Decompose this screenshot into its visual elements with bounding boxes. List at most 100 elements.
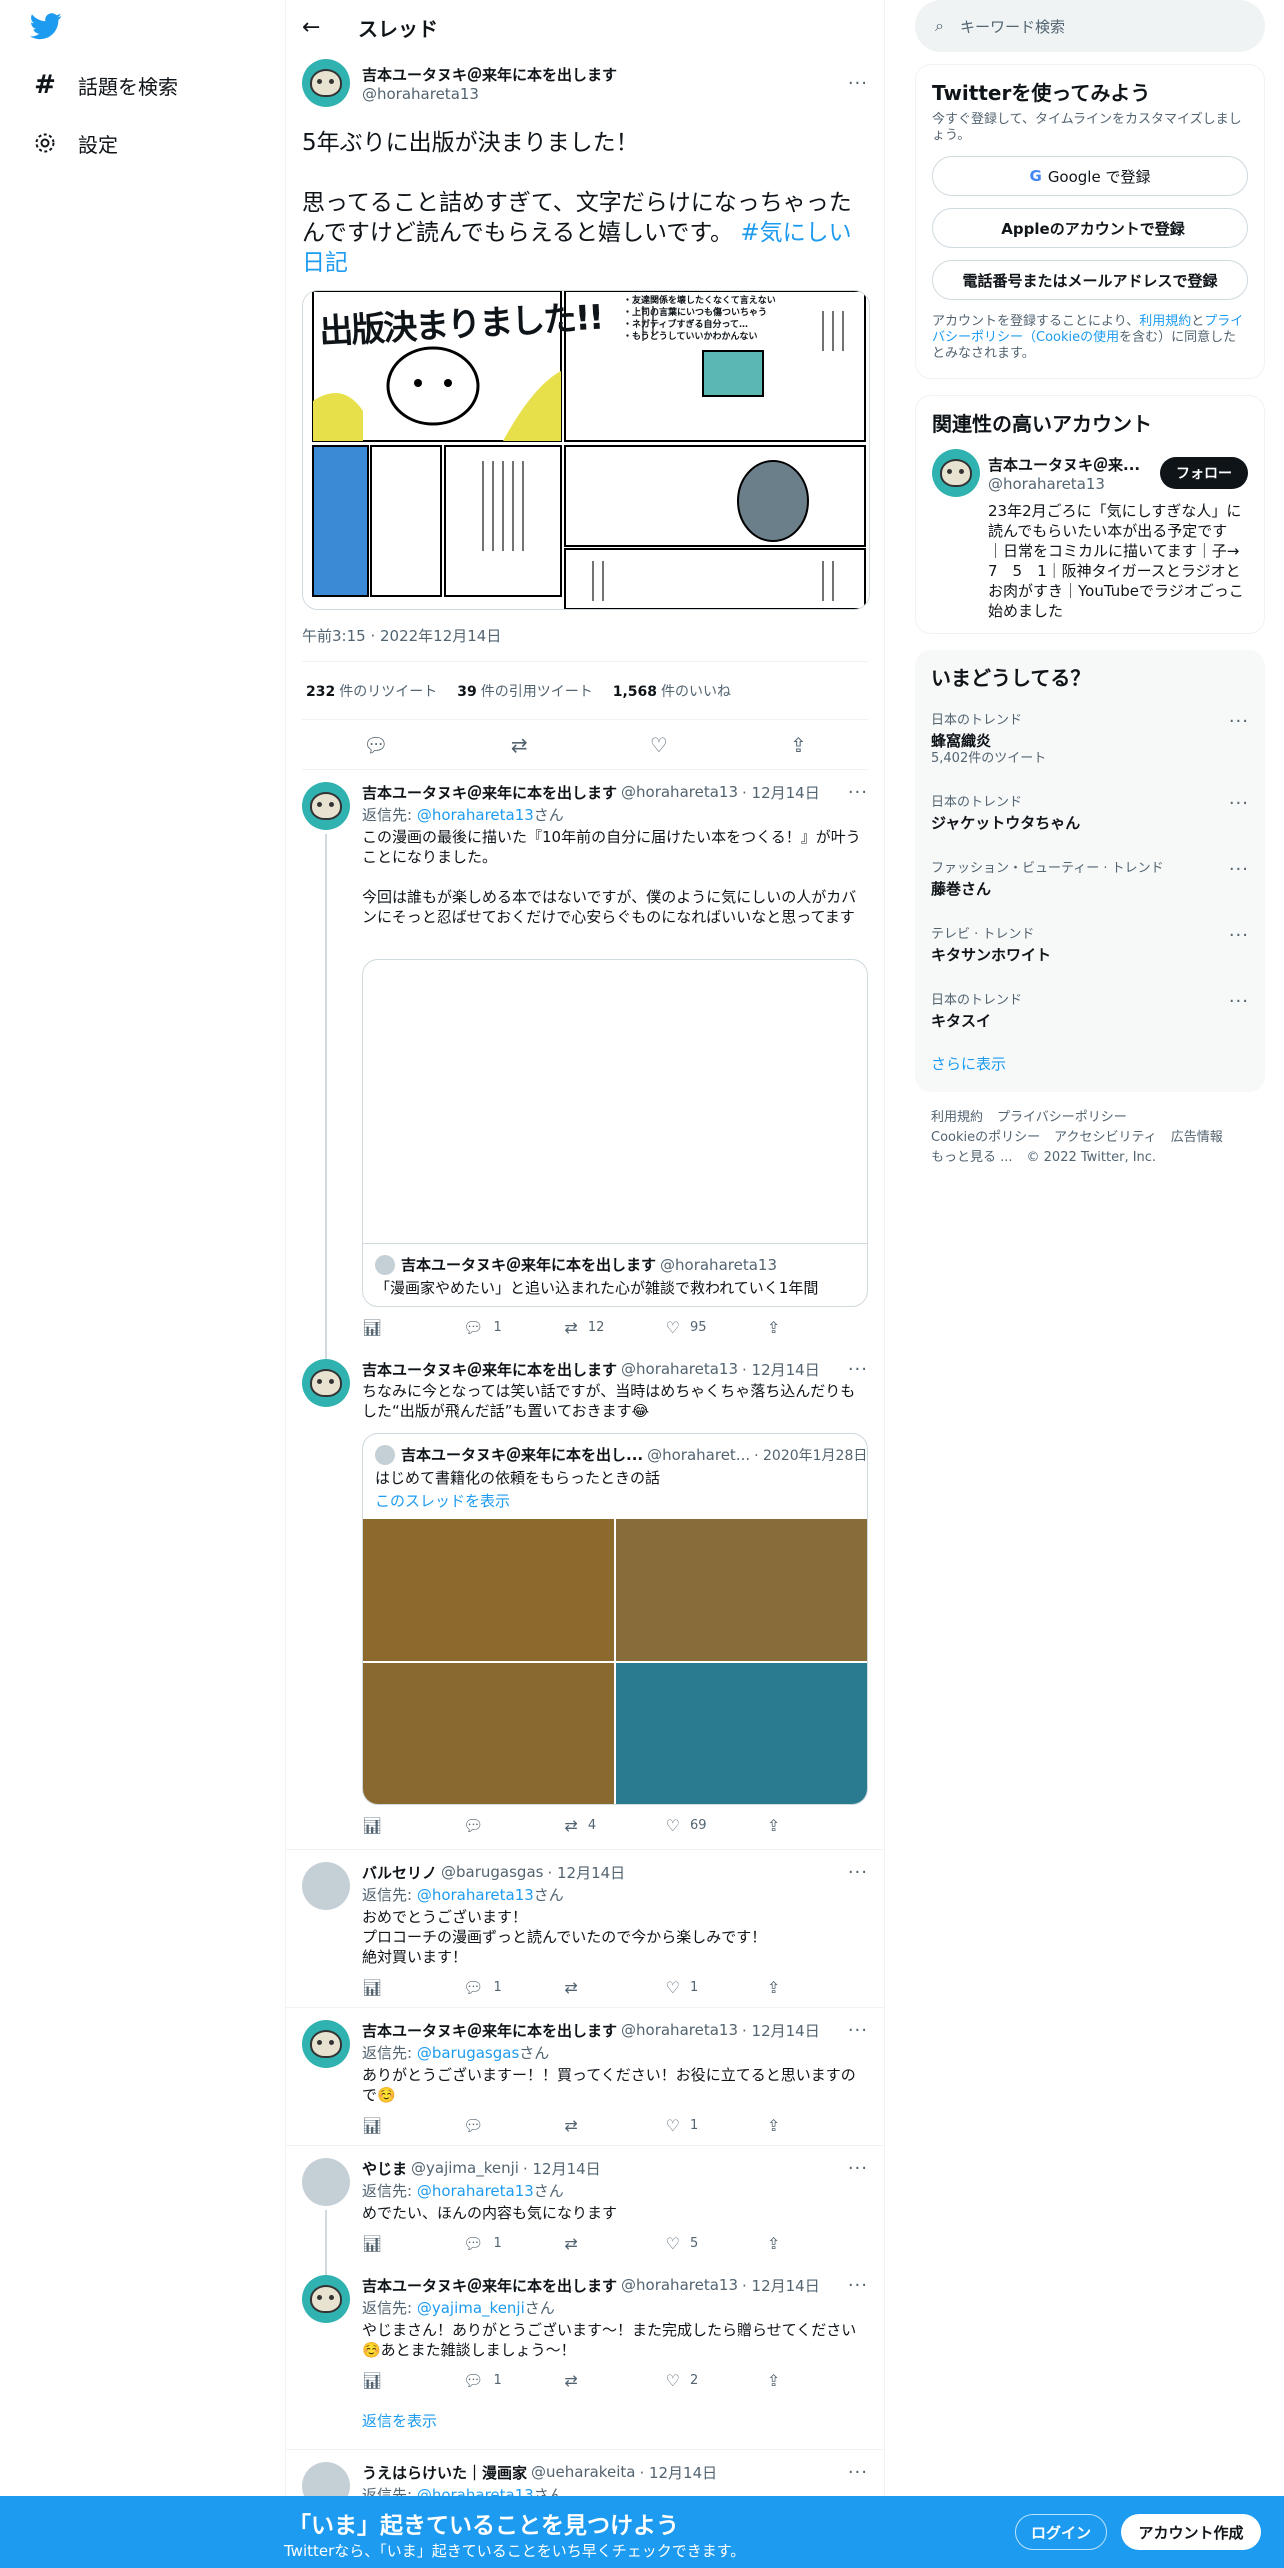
share-icon[interactable]: ⇪ xyxy=(767,2116,868,2135)
share-icon[interactable]: ⇪ xyxy=(790,733,807,757)
analytics-icon[interactable]: 📊︎ xyxy=(362,2234,463,2253)
reply-tweet[interactable]: バルセリノ @barugasgas · 12月14日 ··· 返信先: @horaha… xyxy=(286,1850,884,2008)
share-icon[interactable]: ⇪ xyxy=(767,1318,868,1337)
media-thumbnail[interactable] xyxy=(616,1662,867,1804)
author-name[interactable]: 吉本ユータヌキ＠来年に本を出します xyxy=(362,64,617,85)
arrow-left-icon[interactable]: ← xyxy=(302,15,332,40)
show-more-trends[interactable]: さらに表示 xyxy=(931,1043,1249,1080)
author-name[interactable]: バルセリノ xyxy=(362,1862,437,1882)
more-icon[interactable]: ··· xyxy=(848,73,868,94)
avatar[interactable] xyxy=(302,1862,350,1910)
quote-media[interactable] xyxy=(363,960,867,1244)
analytics-icon[interactable]: 📊︎ xyxy=(362,1816,463,1835)
author-handle[interactable]: @barugasgas xyxy=(441,1863,543,1881)
analytics-icon[interactable]: 📊︎ xyxy=(362,2371,463,2390)
tweet-date[interactable]: · 12月14日 xyxy=(742,2020,820,2040)
more-icon[interactable]: ··· xyxy=(1229,793,1249,814)
share-icon[interactable]: ⇪ xyxy=(767,2234,868,2253)
media-thumbnail[interactable] xyxy=(363,1519,614,1661)
more-icon[interactable]: ··· xyxy=(848,2275,868,2295)
quote-media-grid[interactable] xyxy=(363,1519,867,1804)
tweet-timestamp[interactable]: 午前3:15 · 2022年12月14日 xyxy=(302,610,868,662)
like-button[interactable]: ♡ 2 xyxy=(666,2371,767,2390)
avatar[interactable] xyxy=(302,2158,350,2206)
tweet-date[interactable]: · 12月14日 xyxy=(547,1862,625,1882)
search-input[interactable]: ⌕ キーワード検索 xyxy=(915,0,1265,52)
retweet-button[interactable]: ⇄ xyxy=(564,2234,665,2253)
trend-item[interactable]: ファッション・ビューティー · トレンド 藤巻さん ··· xyxy=(931,845,1249,911)
more-icon[interactable]: ··· xyxy=(848,2020,868,2040)
analytics-icon[interactable]: 📊︎ xyxy=(362,2116,463,2135)
more-icon[interactable]: ··· xyxy=(848,782,868,802)
analytics-icon[interactable]: 📊︎ xyxy=(362,1318,463,1337)
like-stat[interactable]: 1,568 件のいいね xyxy=(613,681,731,701)
trend-item[interactable]: 日本のトレンド キタスイ ··· xyxy=(931,977,1249,1043)
tweet-date[interactable]: · 12月14日 xyxy=(639,2462,717,2482)
author-name[interactable]: やじま xyxy=(362,2158,407,2178)
footer-terms[interactable]: 利用規約 xyxy=(931,1110,983,1125)
reply-button[interactable]: 💬︎ 1 xyxy=(463,2234,564,2253)
author-name[interactable]: 吉本ユータヌキ＠来年に本を出します xyxy=(362,782,617,802)
author-name[interactable]: 吉本ユータヌキ＠来年に本を出します xyxy=(362,1359,617,1379)
author-handle[interactable]: @horahareta13 xyxy=(621,783,738,801)
author-name[interactable]: うえはらけいた｜漫画家 xyxy=(362,2462,527,2482)
login-button[interactable]: ログイン xyxy=(1015,2514,1107,2550)
footer-accessibility[interactable]: アクセシビリティ xyxy=(1054,1130,1157,1145)
show-replies-link[interactable]: 返信を表示 xyxy=(286,2400,884,2450)
like-button[interactable]: ♡ 69 xyxy=(666,1816,767,1835)
author-handle[interactable]: @horahareta13 xyxy=(621,2276,738,2294)
reply-tweet[interactable]: 吉本ユータヌキ＠来年に本を出します @horahareta13 · 12月14日 ··… xyxy=(286,2008,884,2146)
like-icon[interactable]: ♡ xyxy=(650,733,668,757)
google-signup-button[interactable]: G Google で登録 xyxy=(932,156,1248,196)
tweet-date[interactable]: · 12月14日 xyxy=(742,782,820,802)
footer-ads[interactable]: 広告情報 xyxy=(1171,1130,1223,1145)
avatar[interactable] xyxy=(302,2275,350,2323)
like-button[interactable]: ♡ 5 xyxy=(666,2234,767,2253)
share-icon[interactable]: ⇪ xyxy=(767,1978,868,1997)
author-name[interactable]: 吉本ユータヌキ＠来年に本を出します xyxy=(362,2275,617,2295)
more-icon[interactable]: ··· xyxy=(848,1862,868,1882)
apple-signup-button[interactable]: Appleのアカウントで登録 xyxy=(932,208,1248,248)
tweet-image[interactable]: 出版決まりました!! ・友達関係を壊したくなくて言えない ・上司の言葉にいつも傷… xyxy=(302,290,870,610)
more-icon[interactable]: ··· xyxy=(1229,859,1249,880)
author-name[interactable]: 吉本ユータヌキ＠来年に本を出します xyxy=(362,2020,617,2040)
retweet-button[interactable]: ⇄ xyxy=(564,2371,665,2390)
nav-explore[interactable]: # 話題を検索 xyxy=(30,70,178,100)
trend-item[interactable]: 日本のトレンド ジャケットウタちゃん ··· xyxy=(931,779,1249,845)
quote-card[interactable]: 吉本ユータヌキ＠来年に本を出し... @horaharet... · 2020年1月… xyxy=(362,1433,868,1805)
more-icon[interactable]: ··· xyxy=(1229,925,1249,946)
avatar[interactable] xyxy=(302,59,350,107)
reply-tweet[interactable]: 吉本ユータヌキ＠来年に本を出します @horahareta13 · 12月14日 ··… xyxy=(286,1347,884,1850)
author-handle[interactable]: @ueharakeita xyxy=(531,2463,635,2481)
signup-button[interactable]: アカウント作成 xyxy=(1121,2514,1261,2550)
trend-item[interactable]: 日本のトレンド 蜂窩織炎 5,402件のツイート ··· xyxy=(931,697,1249,779)
tweet-date[interactable]: · 12月14日 xyxy=(742,1359,820,1379)
reply-icon[interactable]: 💬︎ xyxy=(363,733,388,757)
analytics-icon[interactable]: 📊︎ xyxy=(362,1978,463,1997)
media-thumbnail[interactable] xyxy=(616,1519,867,1661)
reply-button[interactable]: 💬︎ xyxy=(463,1816,564,1835)
author-handle[interactable]: @horahareta13 xyxy=(621,2021,738,2039)
media-thumbnail[interactable] xyxy=(363,1662,614,1804)
avatar[interactable] xyxy=(302,782,350,830)
retweet-button[interactable]: ⇄ 4 xyxy=(564,1816,665,1835)
related-handle[interactable]: @horahareta13 xyxy=(988,475,1140,493)
more-icon[interactable]: ··· xyxy=(1229,991,1249,1012)
more-icon[interactable]: ··· xyxy=(1229,711,1249,732)
related-name[interactable]: 吉本ユータヌキ＠来... xyxy=(988,454,1140,475)
retweet-button[interactable]: ⇄ xyxy=(564,2116,665,2135)
reply-tweet[interactable]: 吉本ユータヌキ＠来年に本を出します @horahareta13 · 12月14日 ··… xyxy=(286,2263,884,2400)
retweet-button[interactable]: ⇄ 12 xyxy=(564,1318,665,1337)
like-button[interactable]: ♡ 1 xyxy=(666,2116,767,2135)
footer-privacy[interactable]: プライバシーポリシー xyxy=(997,1110,1127,1125)
reply-button[interactable]: 💬︎ 1 xyxy=(463,1978,564,1997)
reply-button[interactable]: 💬︎ 1 xyxy=(463,2371,564,2390)
tweet-date[interactable]: · 12月14日 xyxy=(742,2275,820,2295)
author-handle[interactable]: @yajima_kenji xyxy=(411,2159,519,2177)
more-icon[interactable]: ··· xyxy=(848,2158,868,2178)
trend-item[interactable]: テレビ · トレンド キタサンホワイト ··· xyxy=(931,911,1249,977)
avatar[interactable] xyxy=(932,449,980,497)
footer-cookie[interactable]: Cookieのポリシー xyxy=(931,1130,1040,1145)
reply-button[interactable]: 💬︎ 1 xyxy=(463,1318,564,1337)
more-icon[interactable]: ··· xyxy=(848,2462,868,2482)
